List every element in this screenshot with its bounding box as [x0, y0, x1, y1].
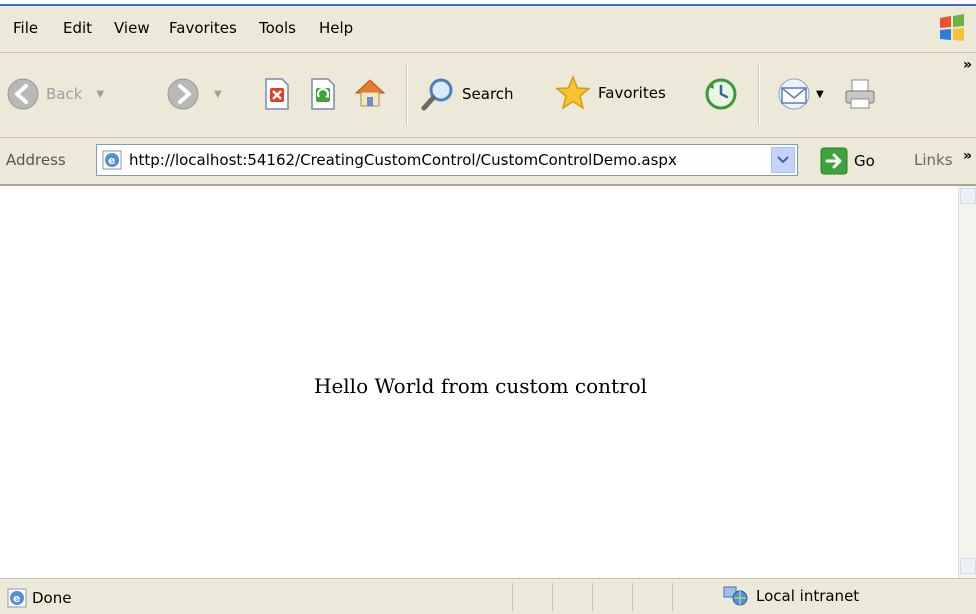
menu-file[interactable]: File [10, 19, 41, 37]
links-button[interactable]: Links [914, 151, 953, 169]
history-button[interactable] [704, 77, 738, 111]
status-bar: e Done Local intranet [0, 578, 976, 614]
back-button[interactable]: Back ▼ [6, 77, 104, 111]
toolbar-separator [758, 65, 760, 125]
favorites-star-icon [555, 75, 591, 110]
home-button[interactable] [352, 75, 388, 111]
status-pane-divider [512, 583, 513, 611]
go-label: Go [854, 152, 875, 170]
status-pane-divider [672, 583, 673, 611]
scroll-up-arrow-icon[interactable] [960, 188, 976, 204]
address-bar: Address e http://localhost:54162/Creatin… [0, 138, 976, 186]
back-dropdown-icon[interactable]: ▼ [96, 89, 104, 100]
chevron-down-icon [777, 156, 789, 164]
svg-text:e: e [108, 154, 115, 167]
history-icon [705, 78, 737, 110]
zone-label: Local intranet [756, 587, 860, 605]
status-pane-divider [552, 583, 553, 611]
status-text: Done [32, 589, 72, 607]
toolbar-separator [406, 65, 408, 125]
home-icon [354, 79, 386, 107]
address-dropdown-button[interactable] [771, 147, 795, 173]
toolbar-overflow-chevron-icon[interactable]: » [963, 57, 972, 73]
windows-logo-icon [940, 14, 964, 41]
mail-button[interactable]: ▼ [776, 77, 824, 111]
menu-edit[interactable]: Edit [60, 19, 95, 37]
menu-tools[interactable]: Tools [256, 19, 299, 37]
forward-dropdown-icon[interactable]: ▼ [214, 89, 222, 100]
ie-page-icon: e [7, 588, 27, 608]
address-url: http://localhost:54162/CreatingCustomCon… [129, 151, 677, 169]
menu-bar: File Edit View Favorites Tools Help [0, 6, 976, 53]
menu-help[interactable]: Help [316, 19, 356, 37]
favorites-label: Favorites [598, 84, 666, 102]
window-top-edge [0, 0, 976, 6]
scroll-down-arrow-icon[interactable] [960, 558, 976, 574]
security-zone: Local intranet [722, 585, 859, 607]
vertical-scrollbar[interactable] [958, 186, 976, 578]
forward-arrow-icon [167, 78, 199, 110]
status-done: e Done [6, 587, 71, 609]
mail-icon [778, 78, 810, 110]
refresh-button[interactable] [308, 77, 338, 111]
mail-dropdown-icon[interactable]: ▼ [816, 89, 824, 100]
back-arrow-icon [7, 78, 39, 110]
forward-button[interactable]: ▼ [166, 77, 222, 111]
status-pane-divider [632, 583, 633, 611]
status-pane-divider [592, 583, 593, 611]
intranet-zone-icon [723, 586, 748, 606]
svg-text:e: e [13, 592, 20, 605]
stop-button[interactable] [262, 77, 292, 111]
search-icon [421, 78, 453, 111]
print-button[interactable] [842, 77, 878, 111]
ie-page-icon: e [102, 150, 122, 170]
page-text: Hello World from custom control [314, 374, 648, 398]
print-icon [845, 79, 875, 109]
toolbar: Back ▼ ▼ Search Favorites ▼ » [0, 53, 976, 138]
links-overflow-chevron-icon[interactable]: » [963, 148, 972, 164]
refresh-icon [311, 78, 335, 110]
menu-favorites[interactable]: Favorites [166, 19, 240, 37]
stop-icon [265, 78, 289, 110]
search-button[interactable]: Search [420, 77, 514, 111]
go-arrow-icon [820, 147, 848, 175]
address-label: Address [6, 151, 66, 169]
favorites-button[interactable]: Favorites [554, 75, 666, 111]
search-label: Search [462, 85, 514, 103]
back-label: Back [46, 85, 83, 103]
go-button[interactable]: Go [820, 147, 875, 175]
page-content: Hello World from custom control [0, 186, 958, 578]
address-input[interactable]: e http://localhost:54162/CreatingCustomC… [96, 144, 798, 176]
menu-view[interactable]: View [111, 19, 153, 37]
